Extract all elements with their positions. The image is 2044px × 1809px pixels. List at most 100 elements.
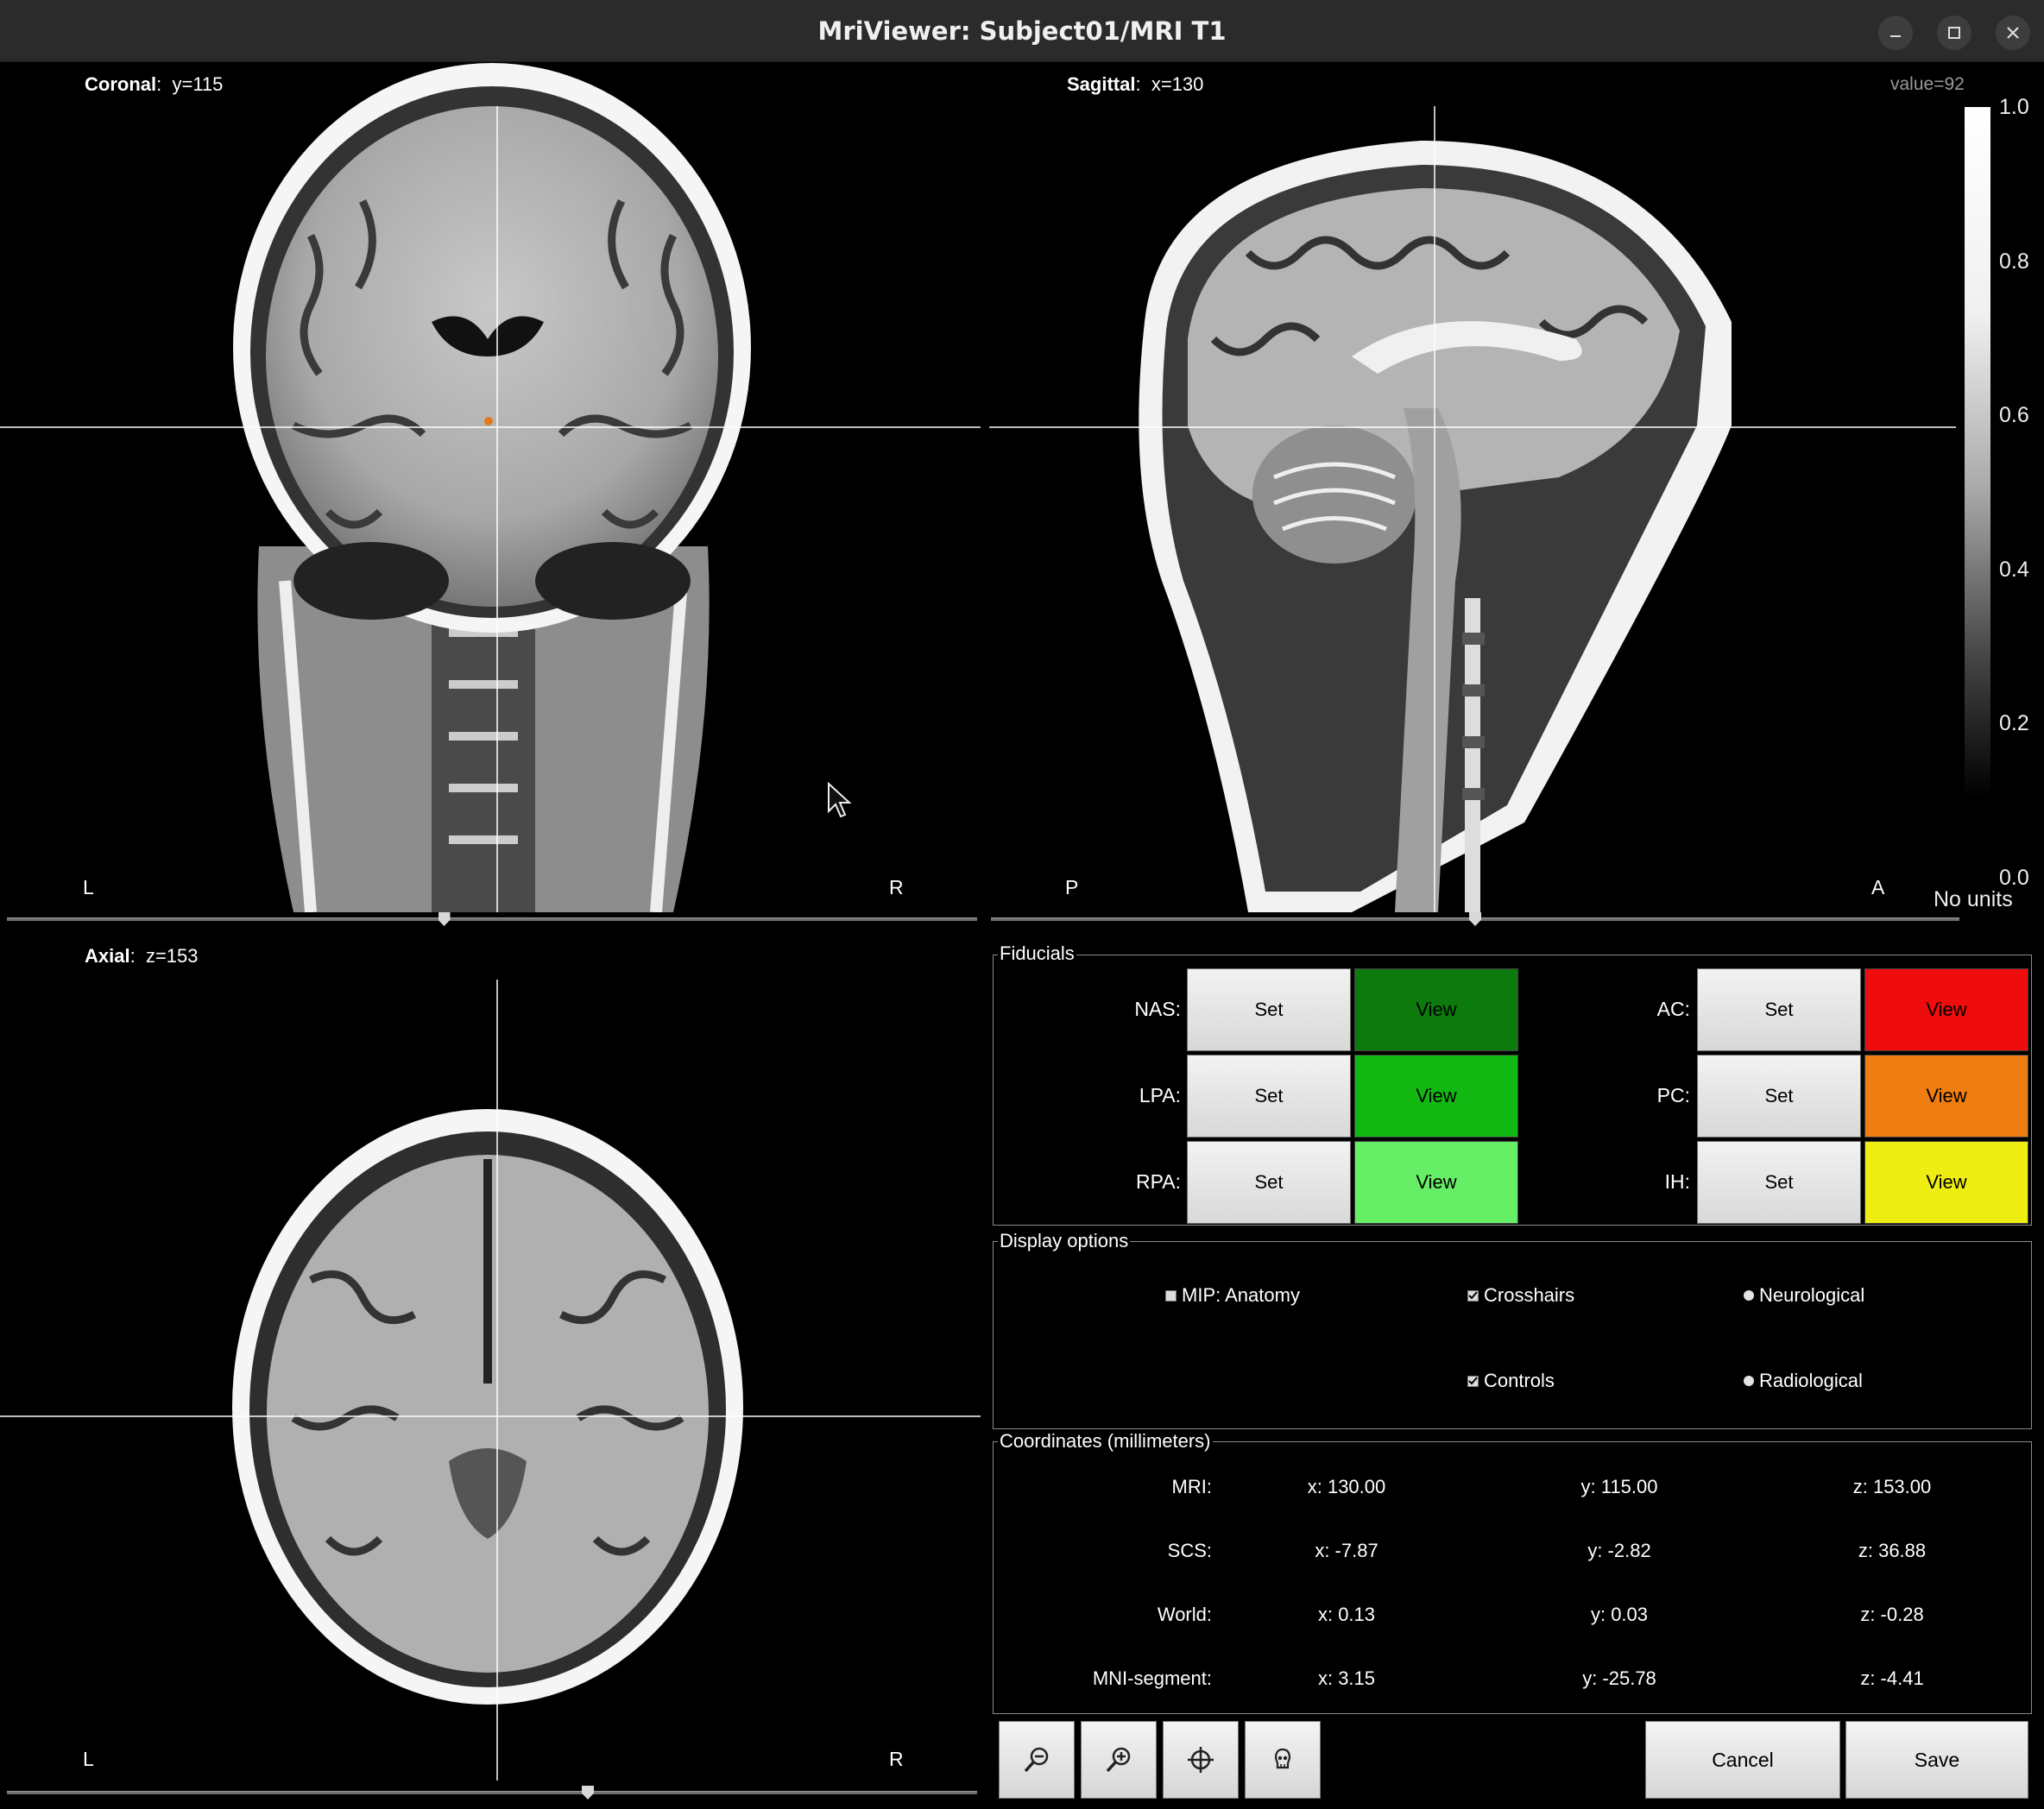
view-rpa-button[interactable]: View: [1354, 1141, 1518, 1224]
radio-icon: [1744, 1290, 1754, 1301]
coord-mri-y: y: 115.00: [1580, 1476, 1658, 1497]
set-rpa-button[interactable]: Set: [1187, 1141, 1351, 1224]
zoom-in-button[interactable]: [1081, 1721, 1157, 1799]
coronal-slice-slider[interactable]: [7, 912, 977, 926]
axial-slice-slider[interactable]: [7, 1786, 977, 1800]
coord-world-y: y: 0.03: [1590, 1604, 1649, 1625]
coronal-left-marker: L: [83, 876, 94, 898]
view-pc-button[interactable]: View: [1864, 1055, 2028, 1138]
controls-label: Controls: [1484, 1370, 1555, 1391]
head-surface-button[interactable]: [1245, 1721, 1321, 1799]
axial-left-marker: L: [83, 1748, 94, 1770]
sagittal-slider-thumb[interactable]: [1469, 912, 1481, 926]
coronal-slider-thumb[interactable]: [438, 912, 451, 926]
checkbox-checked-icon: [1467, 1289, 1479, 1302]
checkbox-unchecked-icon: [1165, 1289, 1177, 1302]
crosshairs-label: Crosshairs: [1484, 1284, 1575, 1306]
radiological-radio[interactable]: Radiological: [1744, 1370, 1863, 1392]
sagittal-anterior-marker: A: [1871, 876, 1885, 898]
coord-world-z: z: -0.28: [1860, 1604, 1924, 1625]
coord-scs-y: y: -2.82: [1587, 1540, 1651, 1561]
minimize-icon: [1890, 35, 1901, 37]
maximize-icon: [1948, 27, 1960, 39]
fiducial-label-rpa: RPA:: [1136, 1170, 1181, 1193]
coord-mni-x: x: 3.15: [1317, 1667, 1376, 1689]
coord-mri-z: z: 153.00: [1852, 1476, 1932, 1497]
intensity-colorbar: [1965, 107, 1990, 797]
neurological-radio[interactable]: Neurological: [1744, 1284, 1864, 1307]
set-ac-button[interactable]: Set: [1697, 968, 1861, 1051]
colorbar-tick: 0.8: [1999, 249, 2029, 274]
coord-label-mri: MRI:: [1171, 1476, 1212, 1497]
set-pc-button[interactable]: Set: [1697, 1055, 1861, 1138]
mip-anatomy-checkbox[interactable]: MIP: Anatomy: [1165, 1284, 1300, 1307]
sagittal-view[interactable]: Sagittal: x=130 P A: [989, 63, 1956, 912]
crosshairs-checkbox[interactable]: Crosshairs: [1467, 1284, 1574, 1307]
axial-slice-image: [232, 1109, 743, 1705]
cancel-button[interactable]: Cancel: [1645, 1721, 1840, 1799]
coord-label-world: World:: [1157, 1604, 1212, 1625]
coronal-crosshair-vertical: [496, 106, 498, 912]
set-ih-button[interactable]: Set: [1697, 1141, 1861, 1224]
mouse-pointer-icon: [828, 782, 852, 818]
coronal-right-marker: R: [889, 876, 904, 898]
colorbar-tick: 0.6: [1999, 403, 2029, 427]
axial-crosshair-vertical: [496, 980, 498, 1781]
maximize-button[interactable]: [1937, 16, 1971, 50]
fiducial-label-lpa: LPA:: [1139, 1084, 1181, 1106]
fiducial-label-ac: AC:: [1656, 998, 1690, 1020]
coord-mni-z: z: -4.41: [1860, 1667, 1924, 1689]
coronal-label: Coronal: y=115: [85, 73, 224, 95]
colorbar-tick: 0.2: [1999, 711, 2029, 735]
display-options-group: [993, 1241, 2032, 1429]
axial-right-marker: R: [889, 1748, 904, 1770]
set-nas-button[interactable]: Set: [1187, 968, 1351, 1051]
radio-icon: [1744, 1376, 1754, 1386]
title-bar: MriViewer: Subject01/MRI T1: [0, 0, 2044, 62]
sagittal-posterior-marker: P: [1065, 876, 1079, 898]
fiducial-label-nas: NAS:: [1134, 998, 1181, 1020]
set-lpa-button[interactable]: Set: [1187, 1055, 1351, 1138]
coord-mri-x: x: 130.00: [1307, 1476, 1386, 1497]
coordinates-title: Coordinates (millimeters): [998, 1430, 1213, 1453]
crosshair-target-icon: [1188, 1747, 1214, 1773]
coronal-name: Coronal: [85, 73, 157, 95]
fiducial-label-pc: PC:: [1656, 1084, 1690, 1106]
sagittal-crosshair-horizontal: [989, 426, 1956, 428]
coord-world-x: x: 0.13: [1317, 1604, 1376, 1625]
zoom-out-button[interactable]: [999, 1721, 1075, 1799]
checkbox-checked-icon: [1467, 1375, 1479, 1387]
coord-label-mni: MNI-segment:: [1092, 1667, 1212, 1689]
save-button[interactable]: Save: [1845, 1721, 2028, 1799]
minimize-button[interactable]: [1878, 16, 1913, 50]
skull-icon: [1274, 1748, 1291, 1769]
close-button[interactable]: [1996, 16, 2030, 50]
sagittal-coord: x=130: [1151, 73, 1204, 95]
zoom-out-icon: [1024, 1747, 1049, 1773]
coord-mni-y: y: -25.78: [1582, 1667, 1656, 1689]
axial-name: Axial: [85, 945, 130, 967]
coronal-coord: y=115: [172, 73, 224, 95]
sagittal-slice-slider[interactable]: [991, 912, 1959, 926]
center-crosshair-button[interactable]: [1163, 1721, 1239, 1799]
fiducials-title: Fiducials: [998, 942, 1076, 965]
voxel-value-readout: value=92: [1890, 74, 1965, 94]
view-ih-button[interactable]: View: [1864, 1141, 2028, 1224]
fiducial-label-ih: IH:: [1664, 1170, 1690, 1193]
sagittal-slice-image: [1139, 141, 1732, 912]
coord-scs-x: x: -7.87: [1315, 1540, 1378, 1561]
axial-label: Axial: z=153: [85, 945, 199, 967]
axial-crosshair-horizontal: [0, 1415, 981, 1417]
coronal-crosshair-horizontal: [0, 426, 981, 428]
view-ac-button[interactable]: View: [1864, 968, 2028, 1051]
axial-coord: z=153: [145, 945, 199, 967]
mip-anatomy-label: MIP: Anatomy: [1182, 1284, 1300, 1306]
neurological-label: Neurological: [1759, 1284, 1865, 1306]
view-nas-button[interactable]: View: [1354, 968, 1518, 1051]
view-lpa-button[interactable]: View: [1354, 1055, 1518, 1138]
axial-slider-thumb[interactable]: [582, 1786, 594, 1800]
sagittal-name: Sagittal: [1067, 73, 1136, 95]
axial-view[interactable]: Axial: z=153 L R: [0, 935, 981, 1781]
controls-checkbox[interactable]: Controls: [1467, 1370, 1555, 1392]
sagittal-label: Sagittal: x=130: [1067, 73, 1204, 95]
